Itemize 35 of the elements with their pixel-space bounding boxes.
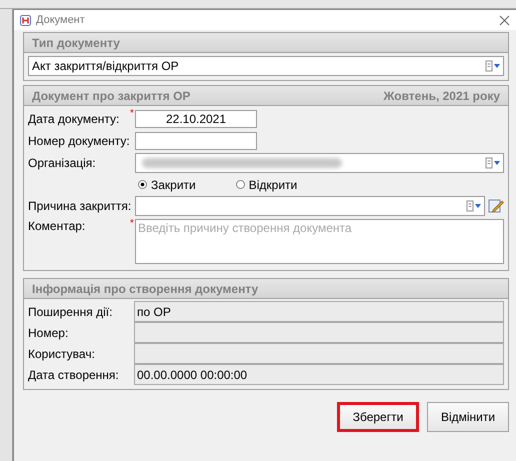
radio-button[interactable]	[138, 180, 147, 189]
number-field[interactable]	[135, 132, 257, 150]
field-label: Коментар:	[28, 219, 86, 233]
required-mark: *	[130, 109, 135, 118]
field-label: Користувач:	[28, 346, 96, 360]
app-logo-icon	[20, 14, 31, 26]
field-label: Номер документу:	[28, 134, 130, 148]
readonly-field: по ОР	[134, 301, 504, 322]
field-label: Поширення дії:	[28, 304, 114, 318]
field-label: Номер:	[28, 326, 70, 340]
reason-dropdown[interactable]	[135, 196, 485, 216]
edit-icon[interactable]	[488, 198, 504, 214]
readonly-field: 00.00.0000 00:00:00	[134, 364, 504, 385]
radio-label[interactable]: Закрити	[151, 178, 196, 192]
field-label: Дата створення:	[28, 368, 120, 382]
radio-label[interactable]: Відкрити	[248, 178, 298, 192]
dropdown-icon[interactable]	[485, 60, 501, 72]
close-icon[interactable]	[499, 14, 510, 26]
panel-title: Тип документу	[32, 36, 120, 50]
field-label: Дата документу:	[28, 112, 120, 126]
dropdown-icon[interactable]	[466, 200, 482, 212]
field-label: Причина закриття:	[28, 199, 130, 213]
panel-title: Документ про закриття ОР	[32, 88, 190, 102]
dialog-button[interactable]: Зберегти	[337, 402, 419, 432]
dialog-button[interactable]: Відмінити	[427, 402, 509, 432]
panel-title: Інформація про створення документу	[32, 282, 258, 296]
organization-dropdown[interactable]	[135, 153, 504, 173]
window-title: Документ	[36, 14, 86, 26]
field-label: Організація:	[28, 156, 97, 170]
radio-button[interactable]	[236, 180, 245, 189]
required-mark: *	[130, 219, 135, 228]
document-type-dropdown[interactable]: Акт закриття/відкриття ОР	[28, 56, 504, 76]
period-label: Жовтень, 2021 року	[384, 88, 500, 102]
dropdown-icon[interactable]	[485, 157, 501, 169]
date-field[interactable]: 22.10.2021	[135, 110, 257, 128]
